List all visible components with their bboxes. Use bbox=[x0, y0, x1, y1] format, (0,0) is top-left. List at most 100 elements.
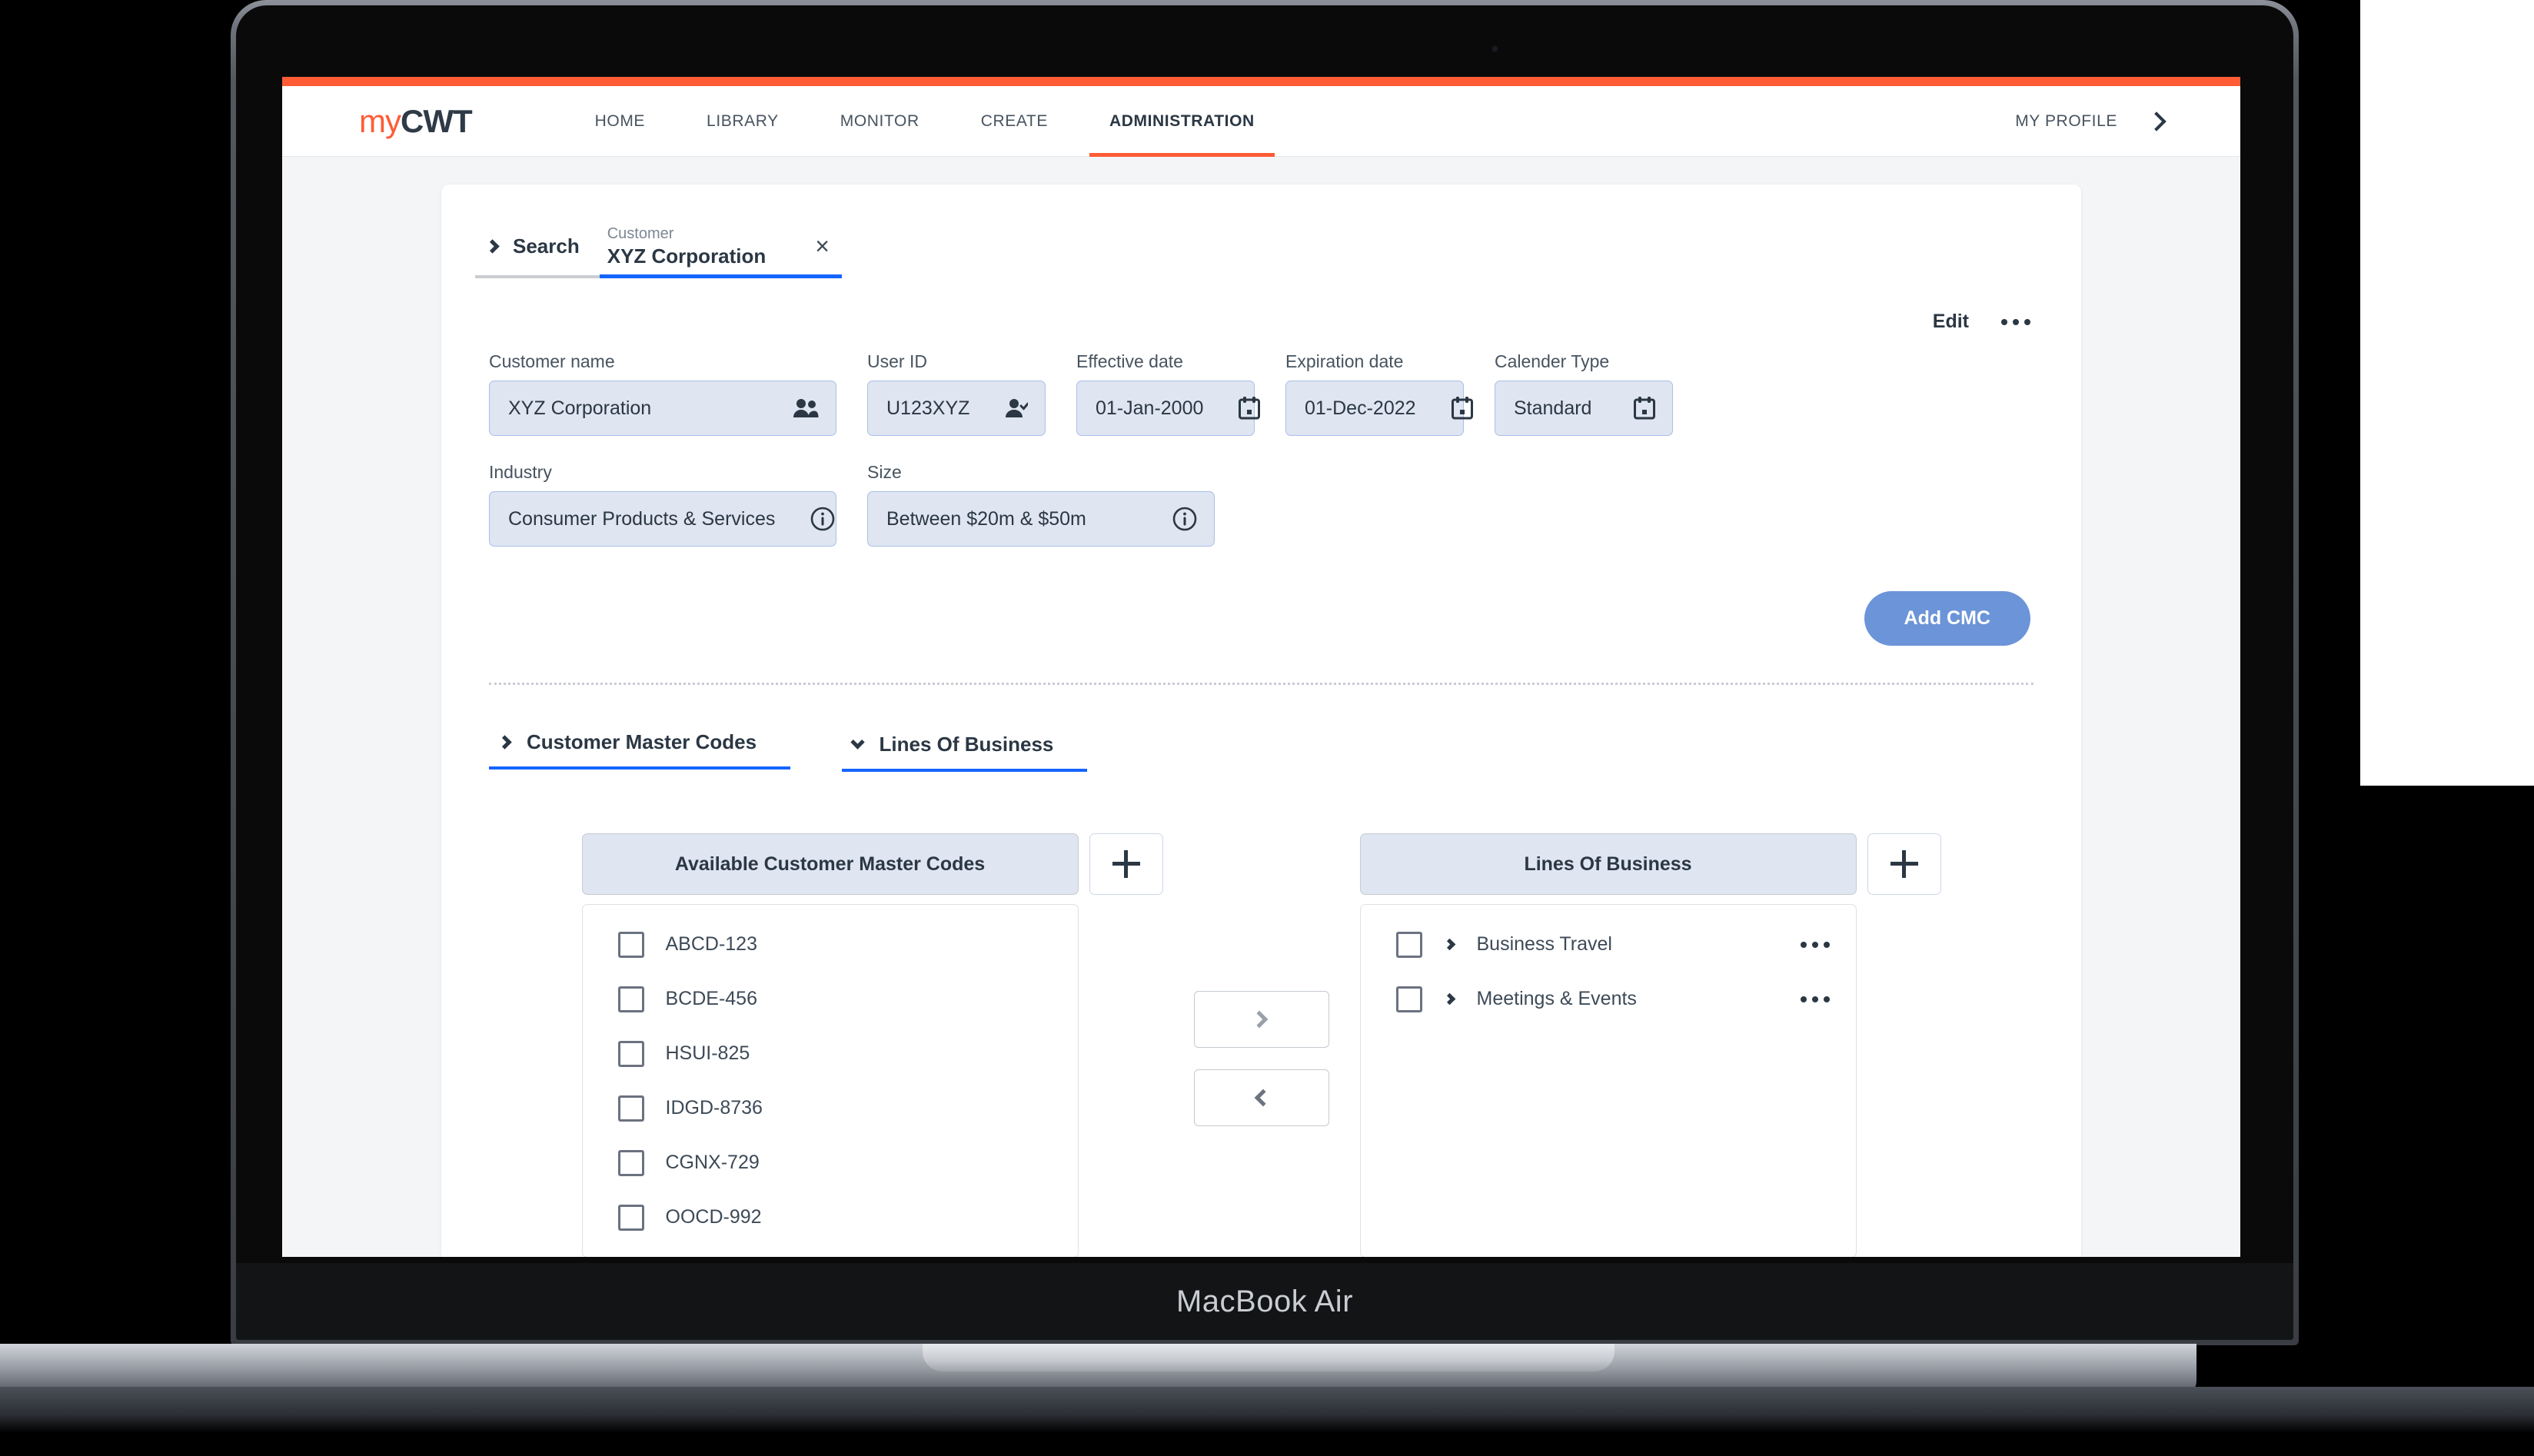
calendar-type-value: Standard bbox=[1514, 397, 1592, 419]
device-model-label: MacBook Air bbox=[1176, 1284, 1354, 1318]
add-customer-master-code-button[interactable] bbox=[1089, 833, 1163, 895]
calendar-icon[interactable] bbox=[1634, 397, 1655, 420]
chevron-right-icon[interactable] bbox=[1443, 938, 1455, 951]
field-size: Size Between $20m & $50m bbox=[867, 462, 1215, 547]
user-check-icon[interactable] bbox=[1005, 398, 1029, 418]
add-line-of-business-button[interactable] bbox=[1867, 833, 1941, 895]
chevron-right-icon[interactable] bbox=[2147, 111, 2167, 131]
list-item[interactable]: ABCD-123 bbox=[583, 917, 1078, 972]
form-row-2: Industry Consumer Products & Services Si… bbox=[489, 462, 2030, 547]
tab-customer-kicker: Customer bbox=[607, 224, 674, 242]
expiration-date-input[interactable]: 01-Dec-2022 bbox=[1285, 381, 1473, 436]
calendar-icon[interactable] bbox=[1451, 397, 1473, 420]
checkbox[interactable] bbox=[617, 1149, 644, 1176]
tab-search[interactable]: Search bbox=[475, 218, 600, 278]
logo-suffix: CWT bbox=[401, 102, 473, 139]
list-item-label: ABCD-123 bbox=[665, 933, 758, 955]
right-white-bleed-panel bbox=[2360, 0, 2534, 786]
effective-date-input[interactable]: 01-Jan-2000 bbox=[1076, 381, 1261, 436]
field-effective-date: Effective date 01-Jan-2000 bbox=[1076, 351, 1261, 436]
plus-icon bbox=[1112, 850, 1140, 878]
calendar-type-input[interactable]: Standard bbox=[1495, 381, 1673, 436]
field-calendar-type: Calender Type Standard bbox=[1495, 351, 1673, 436]
section-customer-master-codes-title: Customer Master Codes bbox=[527, 730, 757, 753]
size-input[interactable]: Between $20m & $50m bbox=[867, 491, 1215, 547]
info-icon[interactable] bbox=[810, 507, 835, 531]
list-item[interactable]: OOCD-992 bbox=[583, 1190, 1078, 1245]
list-item[interactable]: Business Travel bbox=[1361, 917, 1856, 972]
lines-of-business-panel: Lines Of Business Business Travel Meetin… bbox=[1359, 833, 1941, 1257]
checkbox[interactable] bbox=[617, 1040, 644, 1067]
list-item-label: BCDE-456 bbox=[665, 988, 758, 1009]
industry-input[interactable]: Consumer Products & Services bbox=[489, 491, 836, 547]
plus-icon bbox=[1890, 850, 1918, 878]
user-id-input[interactable]: U123XYZ bbox=[867, 381, 1046, 436]
field-industry: Industry Consumer Products & Services bbox=[489, 462, 836, 547]
mycwt-logo[interactable]: my CWT bbox=[359, 102, 473, 140]
list-item[interactable]: HSUI-825 bbox=[583, 1026, 1078, 1081]
available-codes-title[interactable]: Available Customer Master Codes bbox=[581, 833, 1079, 895]
customer-name-value: XYZ Corporation bbox=[508, 397, 652, 419]
section-customer-master-codes[interactable]: Customer Master Codes bbox=[489, 730, 791, 770]
checkbox[interactable] bbox=[617, 1204, 644, 1231]
webcam-icon bbox=[1491, 45, 1499, 53]
checkbox[interactable] bbox=[1395, 931, 1422, 958]
my-profile-link[interactable]: MY PROFILE bbox=[2015, 112, 2117, 131]
tab-strip: Search Customer XYZ Corporation × bbox=[441, 184, 2081, 278]
nav-item-monitor[interactable]: MONITOR bbox=[810, 86, 950, 157]
chevron-right-icon bbox=[1250, 1010, 1269, 1029]
calendar-icon[interactable] bbox=[1239, 397, 1261, 420]
field-expiration-date-label: Expiration date bbox=[1285, 351, 1404, 371]
nav-item-create[interactable]: CREATE bbox=[950, 86, 1079, 157]
nav-item-home[interactable]: HOME bbox=[564, 86, 676, 157]
list-item[interactable]: CGNX-729 bbox=[583, 1135, 1078, 1190]
people-icon[interactable] bbox=[793, 398, 819, 418]
list-item[interactable]: Meetings & Events bbox=[1361, 972, 1856, 1026]
record-actions: Edit bbox=[441, 278, 2081, 333]
lines-of-business-title[interactable]: Lines Of Business bbox=[1359, 833, 1857, 895]
transfer-controls bbox=[1163, 833, 1360, 1257]
list-item-label: IDGD-8736 bbox=[665, 1097, 763, 1119]
checkbox[interactable] bbox=[1395, 986, 1422, 1012]
checkbox[interactable] bbox=[617, 931, 644, 958]
tab-customer-xyz-corporation[interactable]: Customer XYZ Corporation × bbox=[599, 218, 842, 278]
checkbox[interactable] bbox=[617, 986, 644, 1012]
laptop-base-notch bbox=[923, 1344, 1615, 1371]
chevron-right-icon[interactable] bbox=[1443, 992, 1455, 1006]
customer-detail-card: Search Customer XYZ Corporation × Edit C… bbox=[441, 184, 2081, 1257]
info-icon[interactable] bbox=[1172, 507, 1197, 531]
customer-name-input[interactable]: XYZ Corporation bbox=[489, 381, 836, 436]
laptop-chin: MacBook Air bbox=[236, 1263, 2293, 1340]
more-options-icon[interactable] bbox=[2001, 318, 2030, 325]
lines-of-business-list: Business Travel Meetings & Events bbox=[1359, 904, 1857, 1257]
size-value: Between $20m & $50m bbox=[886, 507, 1086, 530]
field-user-id-label: User ID bbox=[867, 351, 927, 371]
logo-prefix: my bbox=[359, 102, 401, 139]
nav-item-administration[interactable]: ADMINISTRATION bbox=[1079, 86, 1285, 157]
list-item[interactable]: BCDE-456 bbox=[583, 972, 1078, 1026]
checkbox[interactable] bbox=[617, 1095, 644, 1122]
edit-button[interactable]: Edit bbox=[1933, 311, 1969, 333]
nav-item-library[interactable]: LIBRARY bbox=[676, 86, 810, 157]
move-left-button[interactable] bbox=[1193, 1069, 1329, 1126]
more-options-icon[interactable] bbox=[1800, 941, 1830, 948]
chevron-right-icon bbox=[497, 734, 512, 750]
chevron-down-icon bbox=[850, 734, 865, 750]
effective-date-value: 01-Jan-2000 bbox=[1096, 397, 1204, 419]
customer-form: Customer name XYZ Corporation User ID U1… bbox=[441, 333, 2081, 547]
list-item-label: CGNX-729 bbox=[665, 1152, 760, 1173]
close-icon[interactable]: × bbox=[815, 234, 830, 258]
more-options-icon[interactable] bbox=[1800, 996, 1830, 1002]
primary-nav: HOME LIBRARY MONITOR CREATE ADMINISTRATI… bbox=[564, 86, 1285, 157]
list-item-label: Business Travel bbox=[1476, 933, 1612, 955]
field-user-id: User ID U123XYZ bbox=[867, 351, 1046, 436]
move-right-button[interactable] bbox=[1193, 991, 1329, 1048]
list-item[interactable]: IDGD-8736 bbox=[583, 1081, 1078, 1135]
add-cmc-button[interactable]: Add CMC bbox=[1864, 591, 2030, 646]
add-cmc-row: Add CMC bbox=[441, 573, 2081, 646]
tab-text-stack: Customer XYZ Corporation bbox=[607, 224, 767, 268]
section-lines-of-business[interactable]: Lines Of Business bbox=[841, 733, 1088, 772]
profile-area: MY PROFILE bbox=[2015, 111, 2167, 131]
available-codes-list: ABCD-123 BCDE-456 HSUI-825 IDGD-8736 CGN… bbox=[581, 904, 1079, 1257]
tab-customer-label: XYZ Corporation bbox=[607, 244, 767, 268]
